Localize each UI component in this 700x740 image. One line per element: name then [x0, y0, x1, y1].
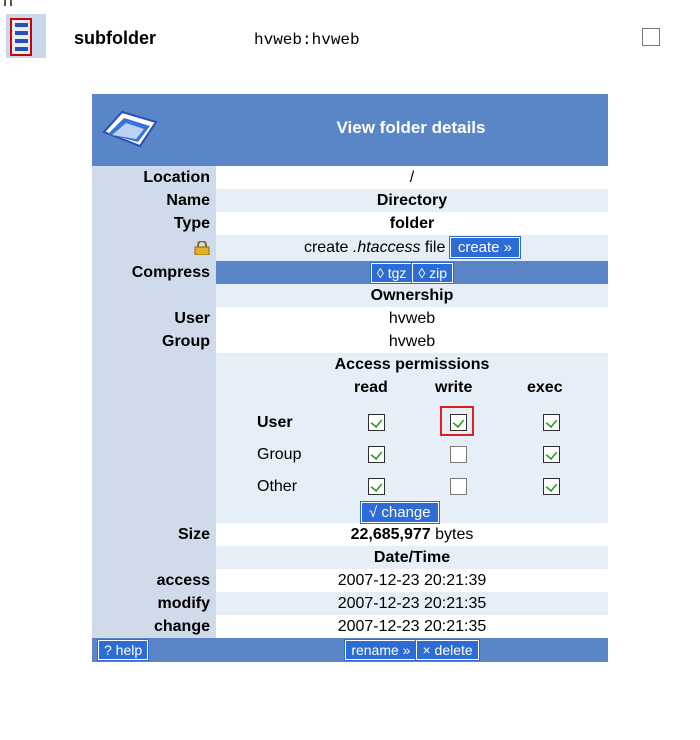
- row-location: Location /: [92, 166, 608, 189]
- perm-user-exec-checkbox[interactable]: [543, 414, 560, 431]
- perm-group-read-checkbox[interactable]: [368, 446, 385, 463]
- user-value: hvweb: [216, 307, 608, 330]
- row-htaccess: create .htaccess file create »: [92, 235, 608, 261]
- folder-list-icon[interactable]: [10, 18, 32, 56]
- row-name: Name Directory: [92, 189, 608, 212]
- htaccess-prefix: create: [303, 239, 349, 256]
- column-marker: [4, 0, 12, 6]
- access-value: 2007-12-23 20:21:39: [216, 569, 608, 592]
- perm-group-write-checkbox[interactable]: [450, 446, 467, 463]
- row-access: access 2007-12-23 20:21:39: [92, 569, 608, 592]
- create-htaccess-button[interactable]: create »: [448, 236, 522, 260]
- row-type: Type folder: [92, 212, 608, 235]
- type-value: folder: [216, 212, 608, 235]
- delete-button[interactable]: × delete: [415, 639, 480, 661]
- size-label: Size: [92, 523, 216, 546]
- group-value: hvweb: [216, 330, 608, 353]
- permissions-grid-label-cell: [92, 377, 216, 523]
- permissions-label-cell: [92, 353, 216, 377]
- permissions-heading: Access permissions: [216, 353, 608, 377]
- item-owner: hvweb:hvweb: [254, 31, 360, 49]
- permissions-grid: read write exec User Group Other √ chang…: [92, 377, 608, 524]
- lock-icon: [194, 239, 210, 256]
- row-group: Group hvweb: [92, 330, 608, 353]
- panel-title: View folder details: [336, 118, 486, 137]
- access-label: access: [92, 569, 216, 592]
- location-label: Location: [92, 166, 216, 189]
- perm-user-write-checkbox[interactable]: [450, 414, 467, 431]
- perm-other-read-checkbox[interactable]: [368, 478, 385, 495]
- help-button[interactable]: ? help: [96, 639, 150, 661]
- panel-header: View folder details: [92, 94, 608, 166]
- htaccess-cell: create .htaccess file create »: [216, 235, 608, 261]
- row-user: User hvweb: [92, 307, 608, 330]
- name-value: Directory: [216, 189, 608, 212]
- perm-col-read: read: [354, 379, 388, 396]
- change-permissions-button[interactable]: √ change: [360, 501, 440, 524]
- row-datetime-heading: Date/Time: [92, 546, 608, 569]
- perm-row-group-label: Group: [257, 446, 302, 463]
- row-size: Size 22,685,977 bytes: [92, 523, 608, 546]
- datetime-heading: Date/Time: [216, 546, 608, 569]
- row-modify: modify 2007-12-23 20:21:35: [92, 592, 608, 615]
- row-permissions-heading: Access permissions: [92, 353, 608, 377]
- size-cell: 22,685,977 bytes: [216, 523, 608, 546]
- name-label: Name: [92, 189, 216, 212]
- modify-value: 2007-12-23 20:21:35: [216, 592, 608, 615]
- ownership-label-cell: [92, 284, 216, 307]
- htaccess-filename: .htaccess: [352, 239, 421, 256]
- modify-label: modify: [92, 592, 216, 615]
- row-ownership: Ownership: [92, 284, 608, 307]
- item-name[interactable]: subfolder: [74, 28, 156, 49]
- listing-row: subfolder hvweb:hvweb: [0, 0, 700, 72]
- change-label: change: [92, 615, 216, 638]
- compress-label: Compress: [92, 261, 216, 284]
- row-compress: Compress ◊ tgz ◊ zip: [92, 261, 608, 284]
- perm-row-other-label: Other: [257, 478, 298, 495]
- rename-button[interactable]: rename »: [344, 639, 418, 661]
- user-label: User: [92, 307, 216, 330]
- perm-other-write-checkbox[interactable]: [450, 478, 467, 495]
- footer-actions: rename » × delete: [216, 639, 608, 661]
- change-value: 2007-12-23 20:21:35: [216, 615, 608, 638]
- folder-details-panel: View folder details Location / Name Dire…: [92, 94, 608, 662]
- compress-zip-button[interactable]: ◊ zip: [411, 261, 455, 284]
- perm-other-exec-checkbox[interactable]: [543, 478, 560, 495]
- perm-col-write: write: [435, 379, 473, 396]
- size-number: 22,685,977: [350, 526, 431, 543]
- panel-footer: ? help rename » × delete: [92, 638, 608, 662]
- group-label: Group: [92, 330, 216, 353]
- row-change: change 2007-12-23 20:21:35: [92, 615, 608, 638]
- size-unit: bytes: [435, 526, 474, 543]
- footer-left-cell: ? help: [92, 639, 216, 661]
- htaccess-suffix: file: [424, 239, 446, 256]
- compress-tgz-button[interactable]: ◊ tgz: [369, 261, 414, 284]
- type-label: Type: [92, 212, 216, 235]
- permissions-area: read write exec User Group Other √ chang…: [216, 377, 608, 524]
- folder-details-icon: [102, 110, 158, 148]
- ownership-heading: Ownership: [216, 284, 608, 307]
- location-value: /: [216, 166, 608, 189]
- compress-cell: ◊ tgz ◊ zip: [216, 261, 608, 284]
- perm-group-exec-checkbox[interactable]: [543, 446, 560, 463]
- perm-user-read-checkbox[interactable]: [368, 414, 385, 431]
- item-select-checkbox[interactable]: [642, 28, 660, 46]
- htaccess-label-cell: [92, 235, 216, 261]
- perm-row-user-label: User: [257, 414, 293, 431]
- datetime-label-cell: [92, 546, 216, 569]
- perm-col-exec: exec: [527, 379, 563, 396]
